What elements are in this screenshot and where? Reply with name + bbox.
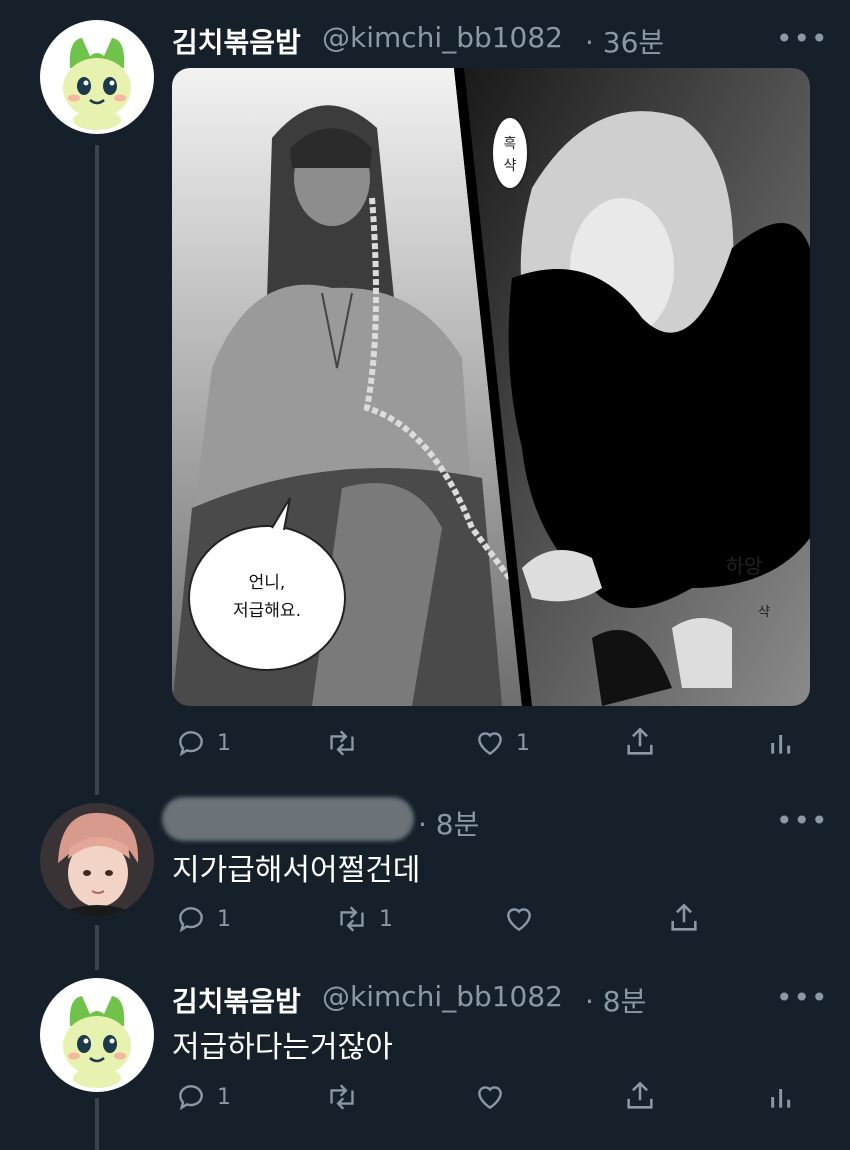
sfx-text: 샥 — [758, 605, 770, 620]
avatar[interactable] — [40, 20, 154, 134]
sfx-text: 흑 — [504, 135, 517, 152]
share-icon — [627, 1081, 653, 1109]
avatar[interactable] — [40, 978, 154, 1092]
like-icon — [478, 732, 502, 756]
share-button[interactable] — [623, 1079, 657, 1113]
analytics-icon — [771, 1089, 791, 1108]
retweet-icon — [330, 730, 354, 756]
manga-panel-image: 언니, 저급해요. 흑 샥 하앙 샥 — [172, 68, 810, 706]
kimchi-mascot-icon — [63, 38, 131, 130]
timestamp[interactable]: · 8분 — [585, 980, 646, 1020]
reply-count: 1 — [217, 906, 231, 932]
like-icon — [507, 908, 531, 932]
tweet-image[interactable]: 언니, 저급해요. 흑 샥 하앙 샥 — [172, 68, 810, 706]
more-icon[interactable]: ••• — [776, 981, 829, 1014]
more-icon[interactable]: ••• — [776, 22, 829, 55]
thread-line — [95, 145, 99, 795]
retweet-icon — [330, 1084, 354, 1110]
reply-icon — [179, 907, 203, 933]
share-button[interactable] — [667, 901, 701, 935]
like-button[interactable]: 1 — [474, 727, 530, 759]
analytics-button[interactable] — [767, 727, 797, 759]
like-button[interactable] — [474, 1081, 516, 1113]
share-icon — [671, 903, 697, 931]
reply-icon — [179, 731, 203, 757]
thread-line — [95, 925, 99, 970]
like-count: 1 — [516, 730, 530, 756]
display-name[interactable]: 김치볶음밥 — [172, 980, 301, 1020]
reply-button[interactable]: 1 — [175, 903, 231, 935]
thread-line — [95, 1098, 99, 1150]
like-button[interactable] — [503, 903, 545, 935]
reply-button[interactable]: 1 — [175, 727, 231, 759]
tweet-text: 저급하다는거잖아 — [172, 1030, 393, 1065]
reply-count: 1 — [217, 730, 231, 756]
retweet-button[interactable] — [325, 727, 369, 759]
user-handle[interactable]: @kimchi_bb1082 — [322, 980, 563, 1013]
avatar[interactable] — [40, 803, 154, 917]
timestamp[interactable]: · 8분 — [418, 803, 479, 843]
share-button[interactable] — [623, 725, 657, 759]
more-icon[interactable]: ••• — [776, 804, 829, 837]
hidden-username — [162, 797, 414, 841]
profile-photo-icon — [40, 803, 154, 917]
reply-count: 1 — [217, 1084, 231, 1110]
retweet-button[interactable]: 1 — [335, 903, 393, 935]
analytics-button[interactable] — [767, 1081, 797, 1113]
speech-bubble-line2: 저급해요. — [233, 601, 301, 621]
display-name[interactable]: 김치볶음밥 — [172, 21, 301, 61]
retweet-icon — [340, 906, 364, 932]
timestamp[interactable]: · 36분 — [585, 21, 664, 61]
sfx-text: 샥 — [504, 158, 517, 174]
kimchi-mascot-icon — [63, 996, 131, 1088]
speech-bubble-line1: 언니, — [249, 573, 286, 593]
reply-icon — [179, 1085, 203, 1111]
reply-button[interactable]: 1 — [175, 1081, 231, 1113]
retweet-button[interactable] — [325, 1081, 369, 1113]
user-handle[interactable]: @kimchi_bb1082 — [322, 21, 563, 54]
sfx-text: 하앙 — [726, 554, 763, 578]
retweet-count: 1 — [379, 906, 393, 932]
analytics-icon — [771, 735, 791, 754]
share-icon — [627, 727, 653, 755]
tweet-text: 지가급해서어쩔건데 — [172, 853, 421, 888]
like-icon — [478, 1086, 502, 1110]
